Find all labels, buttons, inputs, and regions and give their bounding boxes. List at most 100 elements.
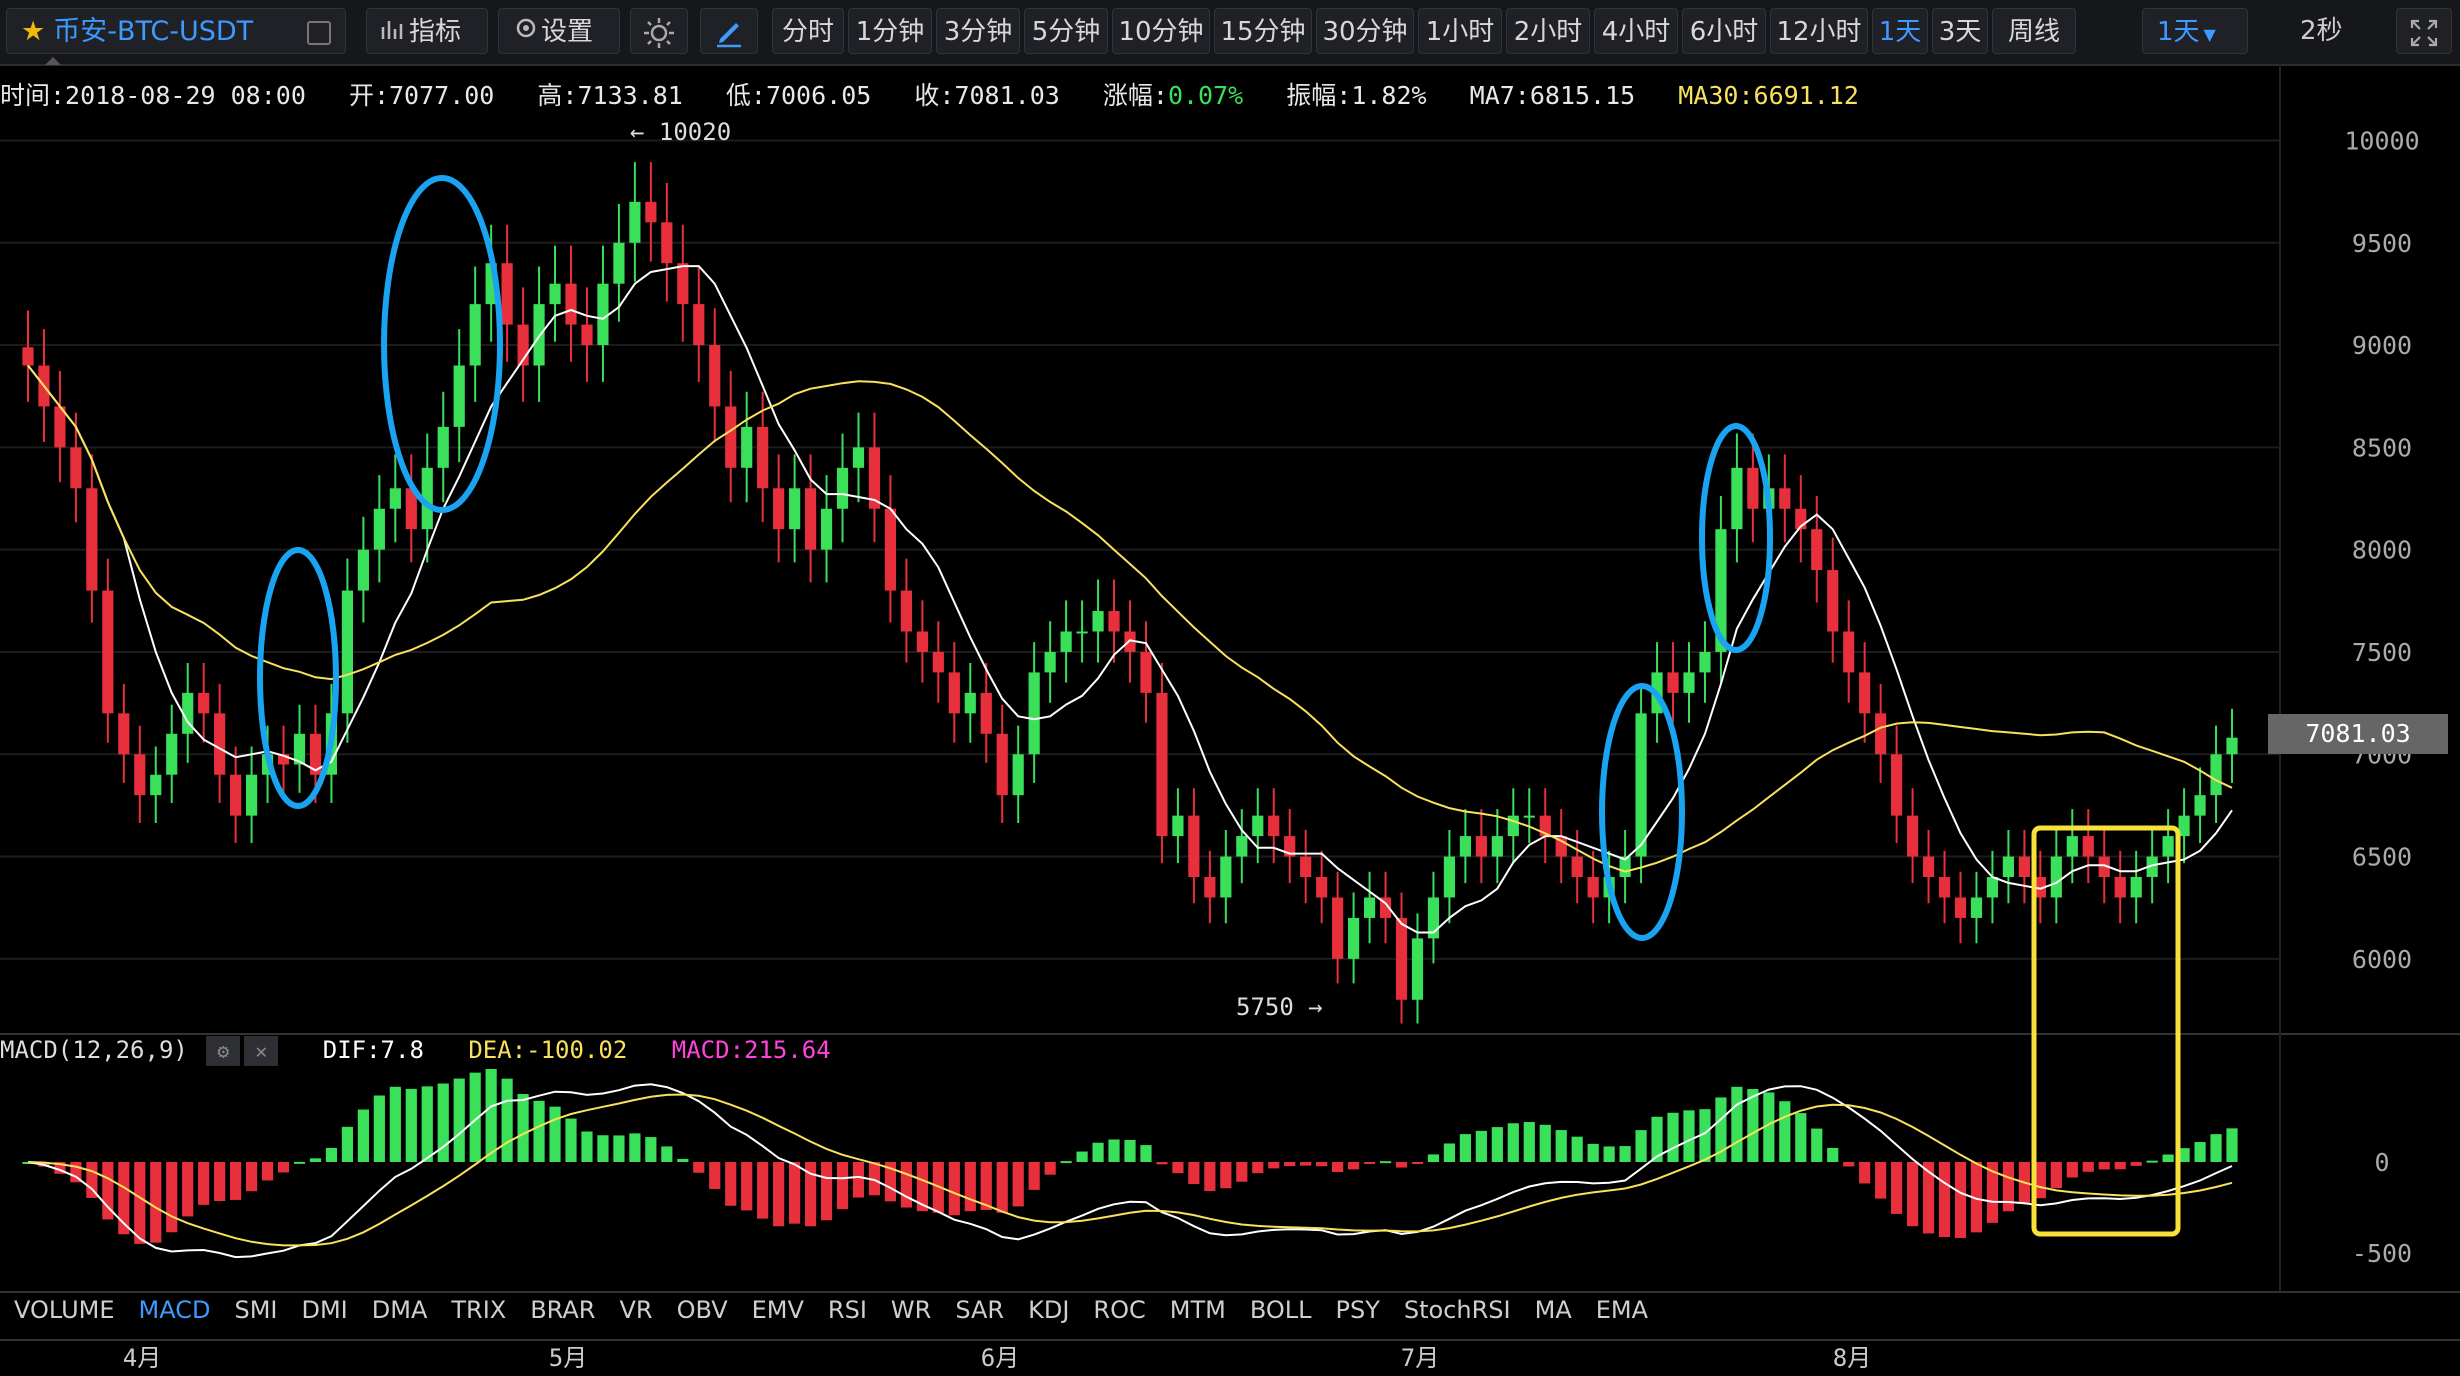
- interval-3[interactable]: 5分钟: [1024, 8, 1108, 54]
- macd-dif: DIF:7.8: [322, 1036, 424, 1064]
- candle-body: [996, 733, 1008, 796]
- indicator-tab-ema[interactable]: EMA: [1596, 1296, 1648, 1324]
- candle-body: [1779, 488, 1791, 509]
- candle-body: [916, 631, 928, 652]
- macd-bar: [485, 1068, 497, 1162]
- macd-bar: [996, 1162, 1008, 1213]
- indicator-tab-dma[interactable]: DMA: [372, 1296, 428, 1324]
- interval-11[interactable]: 12小时: [1770, 8, 1868, 54]
- indicator-tab-obv[interactable]: OBV: [677, 1296, 728, 1324]
- interval-5[interactable]: 15分钟: [1214, 8, 1312, 54]
- month-label: 7月: [1401, 1344, 1439, 1372]
- chart-bars-icon: [381, 10, 409, 56]
- candle-body: [182, 692, 194, 734]
- indicator-tab-dmi[interactable]: DMI: [301, 1296, 347, 1324]
- macd-bar: [389, 1086, 401, 1162]
- macd-bar: [277, 1162, 290, 1173]
- interval-12[interactable]: 1天: [1872, 8, 1928, 54]
- candle-body: [1523, 815, 1535, 818]
- interval-2[interactable]: 3分钟: [936, 8, 1020, 54]
- macd-bar: [357, 1109, 369, 1162]
- indicator-tab-stochrsi[interactable]: StochRSI: [1404, 1296, 1511, 1324]
- indicators-button[interactable]: 指标: [366, 8, 488, 54]
- indicator-tab-mtm[interactable]: MTM: [1170, 1296, 1226, 1324]
- theme-toggle-button[interactable]: [630, 8, 688, 54]
- panel-toggle-arrow-icon[interactable]: [45, 57, 61, 65]
- indicator-tab-wr[interactable]: WR: [891, 1296, 931, 1324]
- indicator-tab-roc[interactable]: ROC: [1093, 1296, 1145, 1324]
- candle-body: [1699, 651, 1711, 673]
- candle-body: [1220, 856, 1232, 898]
- indicator-tab-psy[interactable]: PSY: [1336, 1296, 1380, 1324]
- interval-14[interactable]: 周线: [1992, 8, 2076, 54]
- interval-dropdown[interactable]: 1天 ▼: [2142, 8, 2248, 54]
- macd-bar: [1060, 1161, 1072, 1164]
- favorite-star-icon[interactable]: ★: [21, 16, 45, 47]
- candle-body: [1348, 917, 1360, 959]
- interval-13[interactable]: 3天: [1932, 8, 1988, 54]
- interval-6[interactable]: 30分钟: [1316, 8, 1414, 54]
- interval-4[interactable]: 10分钟: [1112, 8, 1210, 54]
- indicator-tab-volume[interactable]: VOLUME: [14, 1296, 115, 1324]
- copy-icon[interactable]: [307, 21, 331, 45]
- candle-body: [1284, 836, 1296, 857]
- info-close: 收:7081.03: [914, 81, 1060, 110]
- indicator-tab-trix[interactable]: TRIX: [451, 1296, 506, 1324]
- macd-bar: [741, 1162, 753, 1211]
- macd-bar: [1411, 1162, 1424, 1164]
- macd-bar: [1491, 1127, 1503, 1162]
- candle-body: [725, 406, 737, 468]
- candlestick-chart[interactable]: ← 10020 5750 → 10000 9500 9000 8500 8000 7500 7…: [0, 0, 2460, 1376]
- interval-8[interactable]: 2小时: [1506, 8, 1590, 54]
- candle-body: [1028, 672, 1040, 755]
- ohlc-info-bar: 时间:2018-08-29 08:00 开:7077.00 高:7133.81 …: [0, 76, 1887, 112]
- info-time: 时间:2018-08-29 08:00: [0, 81, 306, 110]
- candle-body: [261, 754, 274, 775]
- macd-bar: [1954, 1162, 1967, 1238]
- dif-line: [27, 1083, 2233, 1259]
- candle-body: [741, 426, 753, 468]
- interval-10[interactable]: 6小时: [1682, 8, 1766, 54]
- sun-icon: [642, 17, 676, 48]
- macd-bar: [884, 1162, 897, 1202]
- interval-7[interactable]: 1小时: [1418, 8, 1502, 54]
- macd-bar: [1731, 1086, 1743, 1162]
- settings-button[interactable]: 设置: [498, 8, 620, 54]
- macd-settings-gear-icon[interactable]: ⚙: [206, 1036, 241, 1066]
- indicator-tab-emv[interactable]: EMV: [752, 1296, 804, 1324]
- macd-bar: [900, 1162, 912, 1208]
- candle-body: [1379, 897, 1392, 918]
- macd-bar: [182, 1162, 194, 1217]
- draw-tool-button[interactable]: [700, 8, 758, 54]
- macd-close-icon[interactable]: ✕: [244, 1036, 279, 1066]
- symbol-selector[interactable]: ★ 币安-BTC-USDT: [6, 8, 346, 65]
- candle-body: [309, 733, 322, 775]
- macd-bar: [1651, 1116, 1663, 1162]
- refresh-rate[interactable]: 2秒: [2300, 8, 2343, 54]
- indicator-tab-vr[interactable]: VR: [619, 1296, 652, 1324]
- macd-bar: [1108, 1139, 1120, 1162]
- candle-body: [2178, 815, 2190, 837]
- interval-1[interactable]: 1分钟: [848, 8, 932, 54]
- info-ma7: MA7:6815.15: [1469, 81, 1636, 110]
- interval-0[interactable]: 分时: [772, 8, 844, 54]
- indicator-tab-macd[interactable]: MACD: [139, 1296, 211, 1324]
- indicator-tab-kdj[interactable]: KDJ: [1028, 1296, 1069, 1324]
- macd-bar: [757, 1162, 769, 1219]
- candle-body: [1938, 877, 1951, 898]
- macd-bar: [2178, 1148, 2190, 1162]
- candle-body: [900, 590, 912, 632]
- macd-bar: [948, 1162, 960, 1216]
- indicator-tab-brar[interactable]: BRAR: [530, 1296, 595, 1324]
- fullscreen-button[interactable]: [2396, 8, 2452, 54]
- candle-body: [1140, 651, 1152, 693]
- indicator-tab-ma[interactable]: MA: [1535, 1296, 1572, 1324]
- indicator-tab-smi[interactable]: SMI: [234, 1296, 277, 1324]
- interval-9[interactable]: 4小时: [1594, 8, 1678, 54]
- price-tick: 10000: [2344, 126, 2419, 155]
- macd-bar: [1507, 1123, 1519, 1162]
- indicator-tab-rsi[interactable]: RSI: [828, 1296, 867, 1324]
- macd-bar: [1970, 1162, 1983, 1233]
- indicator-tab-sar[interactable]: SAR: [955, 1296, 1004, 1324]
- indicator-tab-boll[interactable]: BOLL: [1250, 1296, 1312, 1324]
